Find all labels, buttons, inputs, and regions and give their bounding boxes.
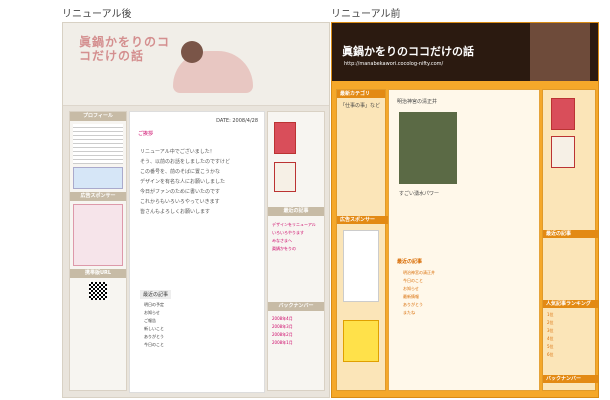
- sidebar-head-backnumber: バックナンバー: [543, 375, 598, 383]
- before-label: リニューアル前: [331, 9, 401, 20]
- backnumber-link[interactable]: 2008年3月: [272, 324, 293, 330]
- before-left-sidebar: 最新カテゴリ 「仕事の事」など 広告スポンサー: [336, 89, 388, 391]
- before-header: 眞鍋かをりのココだけの話 http://manabekawori.cocolog…: [332, 23, 598, 81]
- sidebar-head-sponsor: 広告スポンサー: [70, 192, 126, 201]
- post-caption: すごい湧水パワー: [399, 191, 440, 197]
- after-header: 眞鍋かをりのココだけの話: [63, 23, 329, 106]
- recent-heading: 最近の記事: [397, 259, 423, 265]
- rank-item[interactable]: 4位: [547, 336, 554, 342]
- backnumber-link[interactable]: 2008年4月: [272, 316, 293, 322]
- sidebar-head-ranking: 人気記事ランキング: [543, 300, 598, 308]
- recent-link[interactable]: デザインをリニューアル: [272, 222, 316, 228]
- before-title[interactable]: 眞鍋かをりのココだけの話: [342, 43, 474, 59]
- after-left-sidebar: プロフィール 広告スポンサー 携帯版URL: [69, 111, 127, 391]
- sidebar-head-mobile: 携帯版URL: [70, 269, 126, 278]
- recent-item[interactable]: 明日の予定: [144, 302, 164, 308]
- recent-link[interactable]: いろいろやります: [272, 230, 304, 236]
- rank-item[interactable]: 5位: [547, 344, 554, 350]
- after-main-content: DATE: 2008/4/28 ご挨拶 リニューアル中でございました！ そう、以…: [129, 111, 265, 393]
- recent-item[interactable]: ご報告: [144, 318, 156, 324]
- qr-code: [89, 282, 107, 300]
- sidebar-head-category: 最新カテゴリ: [337, 90, 385, 98]
- header-photo: [173, 41, 253, 93]
- recent-link[interactable]: お知らせ: [403, 286, 419, 292]
- recent-heading: 最近の記事: [140, 290, 172, 299]
- recent-link[interactable]: 今日のこと: [403, 278, 423, 284]
- rank-item[interactable]: 2位: [547, 320, 554, 326]
- recent-link[interactable]: みなさまへ: [272, 238, 292, 244]
- book-cover[interactable]: [551, 98, 575, 130]
- book-cover[interactable]: [551, 136, 575, 168]
- backnumber-link[interactable]: 2008年2月: [272, 332, 293, 338]
- backnumber-link[interactable]: 2008年1月: [272, 340, 293, 346]
- recent-link[interactable]: 眞鍋かをりの: [272, 246, 296, 252]
- before-right-sidebar: 最近の記事 人気記事ランキング 1位 2位 3位 4位 5位 6位 バックナンバ…: [542, 89, 598, 391]
- recent-item[interactable]: 新しいこと: [144, 326, 164, 332]
- recent-item[interactable]: ありがとう: [144, 334, 164, 340]
- sidebar-head-profile: プロフィール: [70, 112, 126, 121]
- after-label: リニューアル後: [62, 9, 132, 20]
- post-line: 皆さんもよろしくお願いします: [140, 209, 211, 215]
- book-cover[interactable]: [274, 122, 296, 154]
- recent-link[interactable]: 最新情報: [403, 294, 419, 300]
- profile-text: [73, 124, 123, 164]
- before-main-content: 明治神宮の清正井 すごい湧水パワー 最近の記事 明治神宮の清正井 今日のこと お…: [388, 89, 540, 391]
- book-cover[interactable]: [274, 162, 296, 192]
- post-line: この番号を、前のそばに置こうかな: [140, 169, 221, 175]
- post-line: これからもいろいろやっていきます: [140, 199, 220, 205]
- after-screenshot: 眞鍋かをりのココだけの話 プロフィール 広告スポンサー 携帯版URL DATE:…: [62, 22, 330, 398]
- recent-item[interactable]: 今日のこと: [144, 342, 164, 348]
- recent-link[interactable]: 明治神宮の清正井: [403, 270, 435, 276]
- rank-item[interactable]: 6位: [547, 352, 554, 358]
- post-date: DATE: 2008/4/28: [216, 118, 258, 124]
- post-title[interactable]: 明治神宮の清正井: [397, 98, 437, 105]
- rank-item[interactable]: 3位: [547, 328, 554, 334]
- rank-item[interactable]: 1位: [547, 312, 554, 318]
- free-banner[interactable]: [343, 320, 379, 362]
- category-text[interactable]: 「仕事の事」など: [340, 102, 380, 109]
- post-photo: [399, 112, 457, 184]
- sidebar-head-backnumber: バックナンバー: [268, 302, 324, 311]
- after-title[interactable]: 眞鍋かをりのココだけの話: [79, 35, 179, 63]
- post-line: デザインを有名な人にお願いしました: [140, 179, 226, 185]
- post-line: 今日がファンのために書いたのです: [140, 189, 221, 195]
- sidebar-head-recent: 最近の記事: [268, 207, 324, 216]
- post-title[interactable]: ご挨拶: [138, 130, 153, 137]
- sidebar-head-recent: 最近の記事: [543, 230, 598, 238]
- post-line: リニューアル中でございました！: [140, 149, 215, 155]
- recent-item[interactable]: お知らせ: [144, 310, 160, 316]
- sidebar-head-sponsor: 広告スポンサー: [337, 216, 388, 224]
- before-screenshot: 眞鍋かをりのココだけの話 http://manabekawori.cocolog…: [331, 22, 599, 398]
- after-right-sidebar: 最近の記事 デザインをリニューアル いろいろやります みなさまへ 眞鍋かをりの …: [267, 111, 325, 391]
- blog-url[interactable]: http://manabekawori.cocolog-nifty.com/: [344, 61, 443, 67]
- recent-link[interactable]: またね: [403, 310, 415, 316]
- recent-link[interactable]: ありがとう: [403, 302, 423, 308]
- ad-banner[interactable]: [73, 167, 123, 189]
- sponsor-ad[interactable]: [73, 204, 123, 266]
- post-line: そう、以前のお話をしましたのですけど: [140, 159, 231, 165]
- sponsor-ad[interactable]: [343, 230, 379, 302]
- header-photo: [530, 23, 590, 81]
